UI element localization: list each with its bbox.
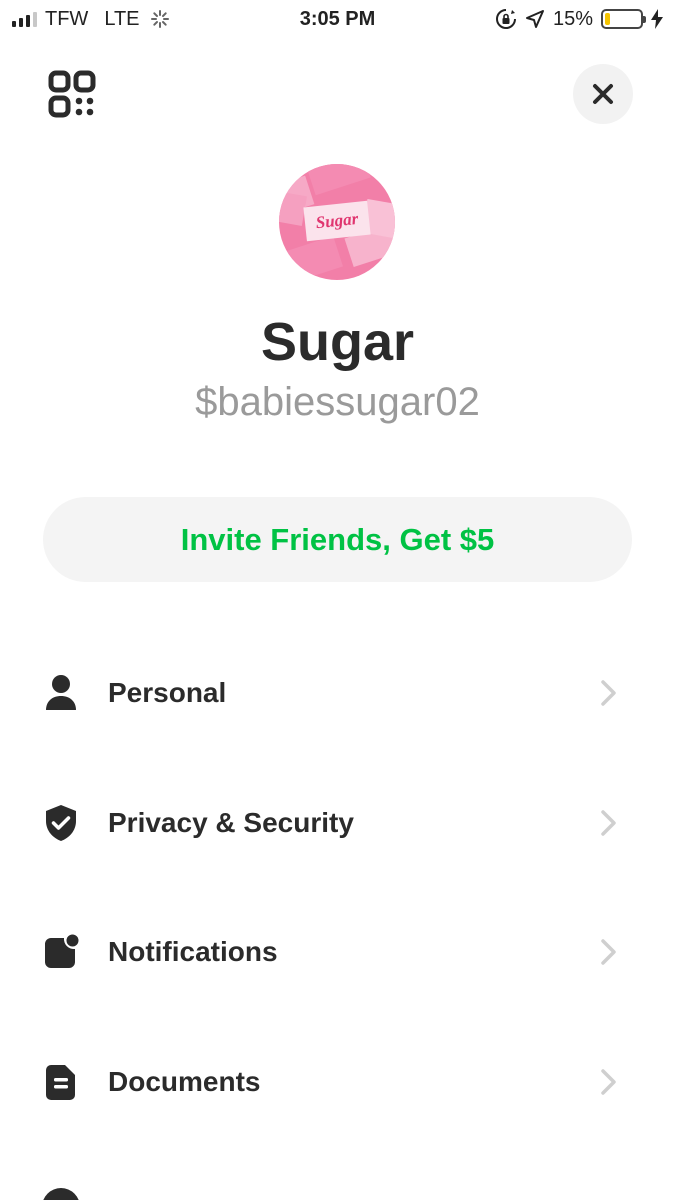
person-icon: [42, 674, 80, 712]
menu-item-notifications[interactable]: Notifications: [0, 907, 675, 997]
avatar-image: Sugar: [279, 164, 395, 280]
chevron-right-icon: [601, 939, 616, 965]
status-bar: TFW LTE 3:05 PM 15%: [0, 0, 675, 40]
chevron-right-icon: [601, 1069, 616, 1095]
location-arrow-icon: [525, 10, 544, 28]
notification-badge-icon: [42, 933, 80, 971]
menu-item-label: Privacy & Security: [108, 807, 354, 838]
document-icon: [42, 1063, 80, 1101]
chevron-right-icon: [601, 680, 616, 706]
battery-icon: [601, 9, 646, 29]
menu-item-privacy-security[interactable]: Privacy & Security: [0, 778, 675, 868]
close-icon: [593, 84, 613, 104]
chevron-right-icon: [601, 810, 616, 836]
menu-item-personal[interactable]: Personal: [0, 648, 675, 738]
avatar[interactable]: Sugar: [279, 164, 395, 280]
status-bar-right: 15%: [495, 6, 663, 32]
charging-bolt-icon: [651, 9, 663, 29]
profile-name: Sugar: [260, 312, 415, 372]
profile-cashtag: $babiessugar02: [195, 380, 480, 424]
menu-item-label: Documents: [108, 1066, 261, 1097]
qr-code-icon: [48, 70, 96, 118]
close-button[interactable]: [573, 64, 633, 124]
battery-percentage: 15%: [552, 7, 593, 30]
shield-check-icon: [42, 804, 80, 842]
menu-item-label: Personal: [108, 677, 227, 708]
menu-item-documents[interactable]: Documents: [0, 1037, 675, 1127]
invite-friends-button[interactable]: Invite Friends, Get $5: [43, 497, 632, 582]
menu-item-label: Notifications: [108, 936, 278, 967]
qr-code-button[interactable]: [48, 70, 96, 118]
battery-level-fill: [605, 13, 611, 25]
next-menu-item-icon: [42, 1188, 80, 1200]
orientation-lock-icon: [496, 9, 516, 29]
